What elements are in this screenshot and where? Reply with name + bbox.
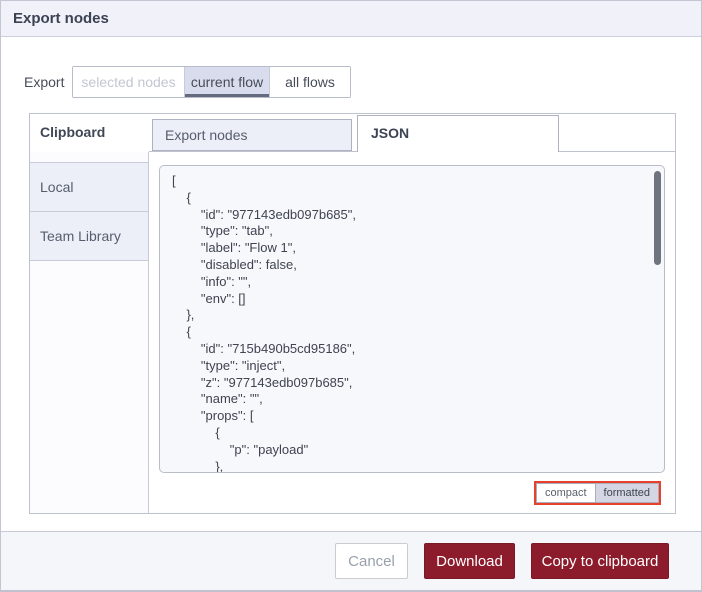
export-scope-segmented-control: selected nodes current flow all flows xyxy=(72,66,351,98)
tab-clipboard[interactable]: Clipboard xyxy=(30,114,149,151)
export-option-current-flow[interactable]: current flow xyxy=(185,67,270,97)
dialog-title: Export nodes xyxy=(13,10,109,27)
cancel-button[interactable]: Cancel xyxy=(335,543,408,579)
scrollbar-thumb[interactable] xyxy=(654,171,661,265)
format-toggle-highlight-box: compact formatted xyxy=(533,481,661,505)
sidebar-item-local[interactable]: Local xyxy=(30,162,148,212)
compact-button[interactable]: compact xyxy=(536,484,596,502)
formatted-button[interactable]: formatted xyxy=(595,484,658,502)
library-sidebar: Local Team Library xyxy=(30,152,149,513)
export-option-all-flows[interactable]: all flows xyxy=(270,67,350,97)
tab-json[interactable]: JSON xyxy=(357,115,559,152)
dialog-header: Export nodes xyxy=(1,1,701,37)
sidebar-item-team-library[interactable]: Team Library xyxy=(30,212,148,261)
dialog-footer: Cancel Download Copy to clipboard xyxy=(1,531,701,590)
format-toggle-group: compact formatted xyxy=(535,483,659,503)
export-scope-label: Export xyxy=(24,74,65,90)
export-option-selected-nodes[interactable]: selected nodes xyxy=(73,67,185,97)
copy-to-clipboard-button[interactable]: Copy to clipboard xyxy=(531,543,669,579)
json-export-textarea[interactable]: [ { "id": "977143edb097b685", "type": "t… xyxy=(159,165,665,473)
download-button[interactable]: Download xyxy=(424,543,515,579)
export-nodes-dialog: Export nodes Export selected nodes curre… xyxy=(0,0,702,592)
json-content-area: [ { "id": "977143edb097b685", "type": "t… xyxy=(150,152,675,513)
json-code: [ { "id": "977143edb097b685", "type": "t… xyxy=(172,173,356,473)
panel-body: Local Team Library [ { "id": "977143edb0… xyxy=(30,152,675,513)
export-panel: Clipboard Export nodes JSON Local Team L… xyxy=(29,113,676,514)
tab-export-nodes[interactable]: Export nodes xyxy=(152,119,352,151)
